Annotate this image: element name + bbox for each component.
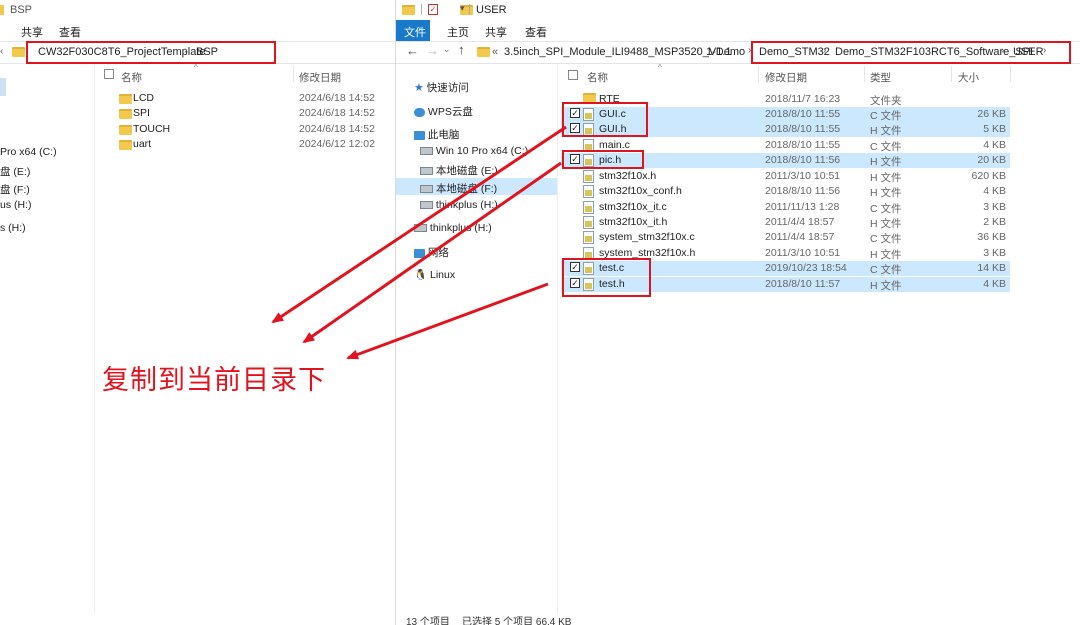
annotation-arrows — [271, 125, 567, 360]
annotation-text: 复制到当前目录下 — [102, 365, 326, 396]
arrow-line — [302, 161, 562, 344]
arrow-line — [346, 282, 549, 360]
